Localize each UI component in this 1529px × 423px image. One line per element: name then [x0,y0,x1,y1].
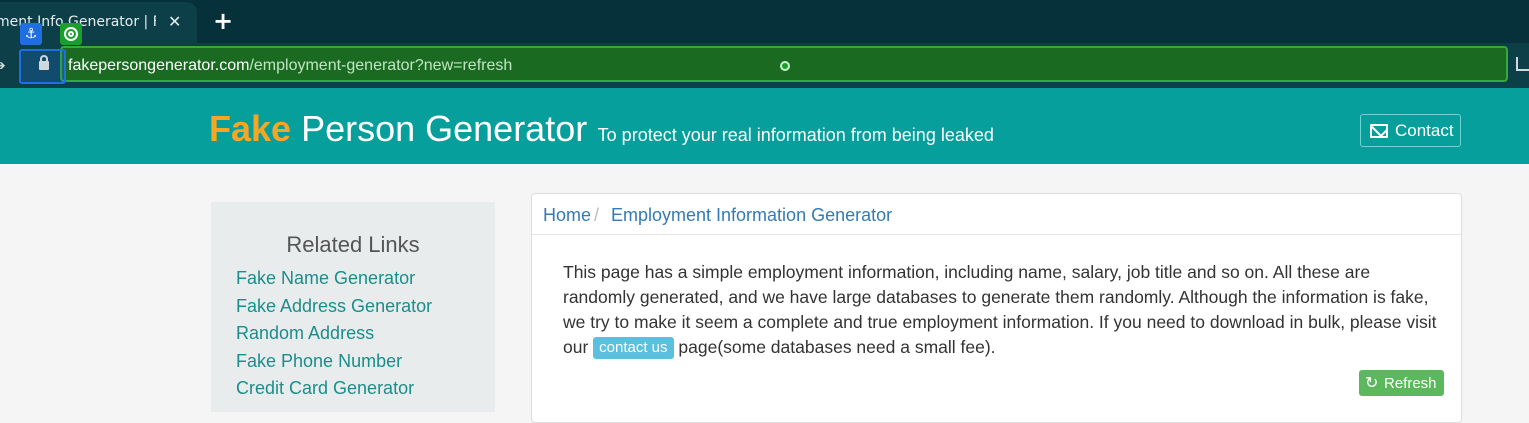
breadcrumb: Home / Employment Information Generator [532,194,1461,235]
new-tab-button[interactable]: + [213,7,233,35]
brand-fake-text: Fake [209,108,292,149]
url-host: fakepersongenerator.com [68,57,250,74]
share-icon[interactable] [1516,57,1529,71]
tab-close-icon[interactable]: ✕ [168,12,181,31]
sidebar-title: Related Links [286,232,420,257]
breadcrumb-separator: / [594,205,600,225]
contact-button[interactable]: Contact [1360,114,1461,147]
url-text: fakepersongenerator.com/employment-gener… [68,57,512,75]
refresh-label: Refresh [1384,375,1437,392]
sidebar-link-credit-card[interactable]: Credit Card Generator [236,378,432,406]
related-links-list: Fake Name Generator Fake Address Generat… [236,268,432,406]
site-brand[interactable]: Fake Person Generator To protect your re… [209,108,994,150]
brand-title-text: Person Generator [291,108,588,149]
related-links-sidebar: Related Links Fake Name Generator Fake A… [211,202,495,412]
url-input[interactable]: fakepersongenerator.com/employment-gener… [60,46,1508,82]
sidebar-link-fake-address[interactable]: Fake Address Generator [236,296,432,324]
sidebar-link-fake-name[interactable]: Fake Name Generator [236,268,432,296]
extension-dot-icon [780,61,790,71]
description-text-end: page(some databases need a small fee). [673,337,996,357]
back-arrow-icon[interactable]: ➔ [0,57,6,74]
breadcrumb-current[interactable]: Employment Information Generator [611,205,892,226]
url-path: /employment-generator?new=refresh [249,57,513,74]
browser-tab-bar: ment Info Generator | Fak ✕ + [0,0,1529,43]
target-icon [60,23,82,45]
refresh-button[interactable]: ↻ Refresh [1359,370,1444,396]
sidebar-link-random-address[interactable]: Random Address [236,323,432,351]
envelope-icon [1370,124,1388,138]
contact-us-button[interactable]: contact us [593,337,674,359]
sidebar-link-fake-phone[interactable]: Fake Phone Number [236,351,432,379]
site-header: Fake Person Generator To protect your re… [0,88,1529,164]
contact-label: Contact [1395,121,1454,140]
address-bar: ➔ fakepersongenerator.com/employment-gen… [0,43,1529,88]
page-description: This page has a simple employment inform… [563,260,1443,360]
lock-icon [39,55,49,70]
anchor-icon: ⚓ [20,23,42,45]
refresh-icon: ↻ [1365,373,1379,392]
site-info-button[interactable] [19,49,66,84]
main-panel: Home / Employment Information Generator … [531,193,1462,423]
site-tagline: To protect your real information from be… [597,125,994,145]
breadcrumb-home-link[interactable]: Home [543,205,591,226]
